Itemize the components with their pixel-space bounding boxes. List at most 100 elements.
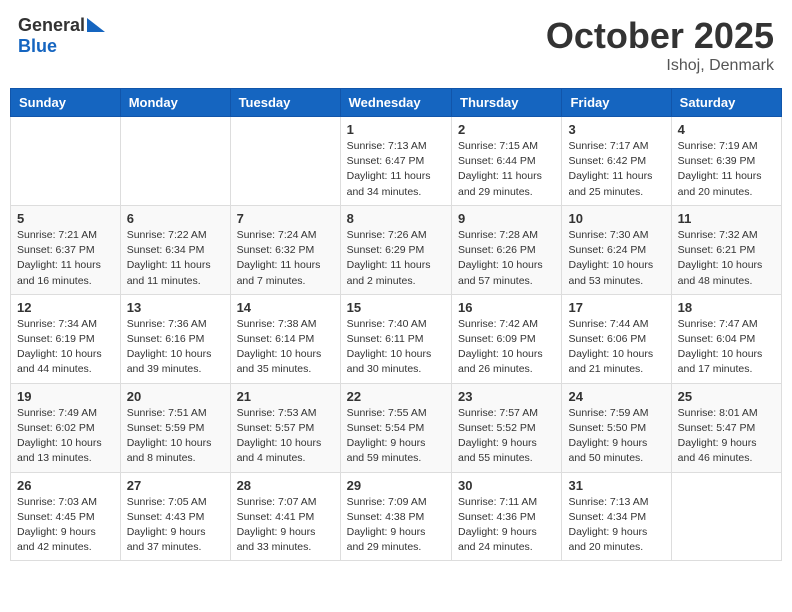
calendar-cell: 14 Sunrise: 7:38 AM Sunset: 6:14 PM Dayli… (230, 294, 340, 383)
header-saturday: Saturday (671, 89, 781, 117)
calendar-cell: 6Sunrise: 7:22 AM Sunset: 6:34 PM Daylig… (120, 205, 230, 294)
calendar-cell (11, 117, 121, 206)
calendar-cell: 1Sunrise: 7:13 AM Sunset: 6:47 PM Daylig… (340, 117, 451, 206)
calendar-cell: 20 Sunrise: 7:51 AM Sunset: 5:59 PM Dayli… (120, 383, 230, 472)
day-number: 3 (568, 122, 664, 137)
day-number: 27 (127, 478, 224, 493)
day-info: Sunrise: 7:53 AM Sunset: 5:57 PM Dayligh… (237, 406, 334, 467)
day-number: 4 (678, 122, 775, 137)
day-info: Sunrise: 7:49 AM Sunset: 6:02 PM Dayligh… (17, 406, 114, 467)
calendar-week-row: 1Sunrise: 7:13 AM Sunset: 6:47 PM Daylig… (11, 117, 782, 206)
day-number: 17 (568, 300, 664, 315)
calendar-cell: 2 Sunrise: 7:15 AM Sunset: 6:44 PM Daylig… (452, 117, 562, 206)
calendar-cell: 12Sunrise: 7:34 AM Sunset: 6:19 PM Dayli… (11, 294, 121, 383)
day-number: 19 (17, 389, 114, 404)
logo-blue: Blue (18, 36, 57, 57)
day-info: Sunrise: 8:01 AM Sunset: 5:47 PM Dayligh… (678, 406, 775, 467)
day-info: Sunrise: 7:07 AM Sunset: 4:41 PM Dayligh… (237, 495, 334, 556)
calendar-header-row: SundayMondayTuesdayWednesdayThursdayFrid… (11, 89, 782, 117)
calendar-cell: 15 Sunrise: 7:40 AM Sunset: 6:11 PM Dayli… (340, 294, 451, 383)
day-number: 7 (237, 211, 334, 226)
calendar-cell: 17Sunrise: 7:44 AM Sunset: 6:06 PM Dayli… (562, 294, 671, 383)
day-info: Sunrise: 7:55 AM Sunset: 5:54 PM Dayligh… (347, 406, 445, 467)
day-info: Sunrise: 7:09 AM Sunset: 4:38 PM Dayligh… (347, 495, 445, 556)
day-info: Sunrise: 7:15 AM Sunset: 6:44 PM Dayligh… (458, 139, 555, 200)
header-thursday: Thursday (452, 89, 562, 117)
calendar-cell: 5 Sunrise: 7:21 AM Sunset: 6:37 PM Daylig… (11, 205, 121, 294)
day-number: 21 (237, 389, 334, 404)
day-info: Sunrise: 7:51 AM Sunset: 5:59 PM Dayligh… (127, 406, 224, 467)
day-info: Sunrise: 7:57 AM Sunset: 5:52 PM Dayligh… (458, 406, 555, 467)
calendar-cell: 16 Sunrise: 7:42 AM Sunset: 6:09 PM Dayli… (452, 294, 562, 383)
day-info: Sunrise: 7:40 AM Sunset: 6:11 PM Dayligh… (347, 317, 445, 378)
day-number: 25 (678, 389, 775, 404)
day-info: Sunrise: 7:34 AM Sunset: 6:19 PM Dayligh… (17, 317, 114, 378)
day-number: 5 (17, 211, 114, 226)
day-info: Sunrise: 7:30 AM Sunset: 6:24 PM Dayligh… (568, 228, 664, 289)
calendar-week-row: 5 Sunrise: 7:21 AM Sunset: 6:37 PM Daylig… (11, 205, 782, 294)
day-number: 30 (458, 478, 555, 493)
calendar-cell: 8 Sunrise: 7:26 AM Sunset: 6:29 PM Daylig… (340, 205, 451, 294)
title-area: October 2025 Ishoj, Denmark (546, 15, 774, 75)
calendar-cell (120, 117, 230, 206)
day-info: Sunrise: 7:17 AM Sunset: 6:42 PM Dayligh… (568, 139, 664, 200)
day-info: Sunrise: 7:24 AM Sunset: 6:32 PM Dayligh… (237, 228, 334, 289)
day-number: 22 (347, 389, 445, 404)
day-number: 29 (347, 478, 445, 493)
header-sunday: Sunday (11, 89, 121, 117)
page-header: General Blue October 2025 Ishoj, Denmark (10, 10, 782, 80)
day-info: Sunrise: 7:19 AM Sunset: 6:39 PM Dayligh… (678, 139, 775, 200)
calendar-cell: 25 Sunrise: 8:01 AM Sunset: 5:47 PM Dayli… (671, 383, 781, 472)
calendar-cell: 28 Sunrise: 7:07 AM Sunset: 4:41 PM Dayli… (230, 472, 340, 561)
day-info: Sunrise: 7:47 AM Sunset: 6:04 PM Dayligh… (678, 317, 775, 378)
calendar-table: SundayMondayTuesdayWednesdayThursdayFrid… (10, 88, 782, 561)
calendar-cell: 18 Sunrise: 7:47 AM Sunset: 6:04 PM Dayli… (671, 294, 781, 383)
day-number: 31 (568, 478, 664, 493)
day-info: Sunrise: 7:13 AM Sunset: 6:47 PM Dayligh… (347, 139, 445, 200)
day-number: 8 (347, 211, 445, 226)
header-tuesday: Tuesday (230, 89, 340, 117)
calendar-cell: 26Sunrise: 7:03 AM Sunset: 4:45 PM Dayli… (11, 472, 121, 561)
day-info: Sunrise: 7:32 AM Sunset: 6:21 PM Dayligh… (678, 228, 775, 289)
day-number: 16 (458, 300, 555, 315)
location-title: Ishoj, Denmark (546, 57, 774, 75)
day-number: 15 (347, 300, 445, 315)
day-number: 10 (568, 211, 664, 226)
day-number: 20 (127, 389, 224, 404)
calendar-week-row: 19 Sunrise: 7:49 AM Sunset: 6:02 PM Dayli… (11, 383, 782, 472)
calendar-cell: 24Sunrise: 7:59 AM Sunset: 5:50 PM Dayli… (562, 383, 671, 472)
day-info: Sunrise: 7:22 AM Sunset: 6:34 PM Dayligh… (127, 228, 224, 289)
day-info: Sunrise: 7:26 AM Sunset: 6:29 PM Dayligh… (347, 228, 445, 289)
day-number: 13 (127, 300, 224, 315)
day-info: Sunrise: 7:03 AM Sunset: 4:45 PM Dayligh… (17, 495, 114, 556)
day-info: Sunrise: 7:59 AM Sunset: 5:50 PM Dayligh… (568, 406, 664, 467)
calendar-cell: 31 Sunrise: 7:13 AM Sunset: 4:34 PM Dayli… (562, 472, 671, 561)
calendar-cell: 23Sunrise: 7:57 AM Sunset: 5:52 PM Dayli… (452, 383, 562, 472)
day-number: 2 (458, 122, 555, 137)
calendar-cell: 30Sunrise: 7:11 AM Sunset: 4:36 PM Dayli… (452, 472, 562, 561)
day-number: 11 (678, 211, 775, 226)
day-number: 18 (678, 300, 775, 315)
calendar-cell: 29 Sunrise: 7:09 AM Sunset: 4:38 PM Dayli… (340, 472, 451, 561)
calendar-cell: 22 Sunrise: 7:55 AM Sunset: 5:54 PM Dayli… (340, 383, 451, 472)
day-info: Sunrise: 7:05 AM Sunset: 4:43 PM Dayligh… (127, 495, 224, 556)
calendar-week-row: 12Sunrise: 7:34 AM Sunset: 6:19 PM Dayli… (11, 294, 782, 383)
calendar-cell (671, 472, 781, 561)
day-info: Sunrise: 7:42 AM Sunset: 6:09 PM Dayligh… (458, 317, 555, 378)
day-number: 28 (237, 478, 334, 493)
day-info: Sunrise: 7:13 AM Sunset: 4:34 PM Dayligh… (568, 495, 664, 556)
calendar-week-row: 26Sunrise: 7:03 AM Sunset: 4:45 PM Dayli… (11, 472, 782, 561)
day-info: Sunrise: 7:28 AM Sunset: 6:26 PM Dayligh… (458, 228, 555, 289)
header-wednesday: Wednesday (340, 89, 451, 117)
day-info: Sunrise: 7:21 AM Sunset: 6:37 PM Dayligh… (17, 228, 114, 289)
logo-arrow-icon (87, 18, 105, 32)
calendar-cell (230, 117, 340, 206)
logo-general: General (18, 15, 85, 36)
month-title: October 2025 (546, 15, 774, 57)
day-number: 14 (237, 300, 334, 315)
calendar-cell: 10 Sunrise: 7:30 AM Sunset: 6:24 PM Dayli… (562, 205, 671, 294)
calendar-cell: 7 Sunrise: 7:24 AM Sunset: 6:32 PM Daylig… (230, 205, 340, 294)
header-friday: Friday (562, 89, 671, 117)
calendar-cell: 3 Sunrise: 7:17 AM Sunset: 6:42 PM Daylig… (562, 117, 671, 206)
day-info: Sunrise: 7:38 AM Sunset: 6:14 PM Dayligh… (237, 317, 334, 378)
